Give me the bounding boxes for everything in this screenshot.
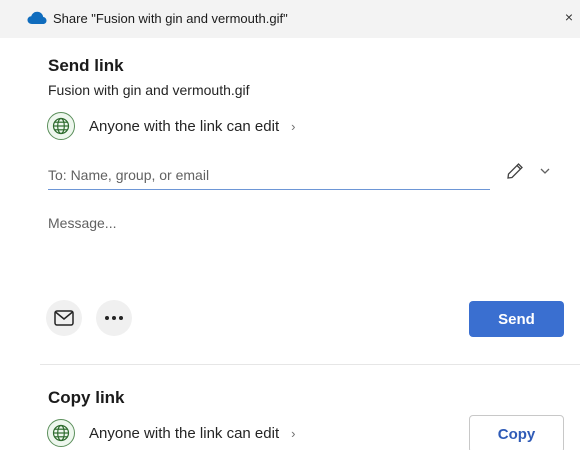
copy-link-permission-label: Anyone with the link can edit xyxy=(89,424,280,442)
section-divider xyxy=(40,364,580,365)
chevron-down-icon[interactable] xyxy=(538,164,552,178)
send-link-permission-selector[interactable]: Anyone with the link can edit › xyxy=(47,112,295,140)
copy-link-heading: Copy link xyxy=(48,388,125,407)
onedrive-cloud-icon xyxy=(27,11,47,24)
globe-icon xyxy=(47,112,75,140)
more-icon xyxy=(105,316,123,320)
message-field[interactable] xyxy=(48,215,538,275)
close-button[interactable]: × xyxy=(557,5,580,29)
email-button[interactable] xyxy=(46,300,82,336)
mail-icon xyxy=(54,310,74,326)
send-link-permission-label: Anyone with the link can edit xyxy=(89,117,280,135)
send-link-heading: Send link xyxy=(48,56,124,75)
send-button[interactable]: Send xyxy=(469,301,564,337)
recipient-input[interactable] xyxy=(48,160,490,190)
chevron-right-icon: › xyxy=(291,425,296,441)
chevron-right-icon: › xyxy=(291,118,296,134)
close-icon: × xyxy=(564,9,574,25)
pencil-icon[interactable] xyxy=(505,161,525,181)
globe-icon xyxy=(47,419,75,447)
file-name: Fusion with gin and vermouth.gif xyxy=(48,82,250,98)
dialog-title: Share "Fusion with gin and vermouth.gif" xyxy=(53,11,288,26)
more-options-button[interactable] xyxy=(96,300,132,336)
copy-link-permission-selector[interactable]: Anyone with the link can edit › xyxy=(47,419,295,447)
title-bar: Share "Fusion with gin and vermouth.gif"… xyxy=(0,0,580,38)
share-dialog: Share "Fusion with gin and vermouth.gif"… xyxy=(0,0,580,450)
copy-button[interactable]: Copy xyxy=(469,415,564,450)
